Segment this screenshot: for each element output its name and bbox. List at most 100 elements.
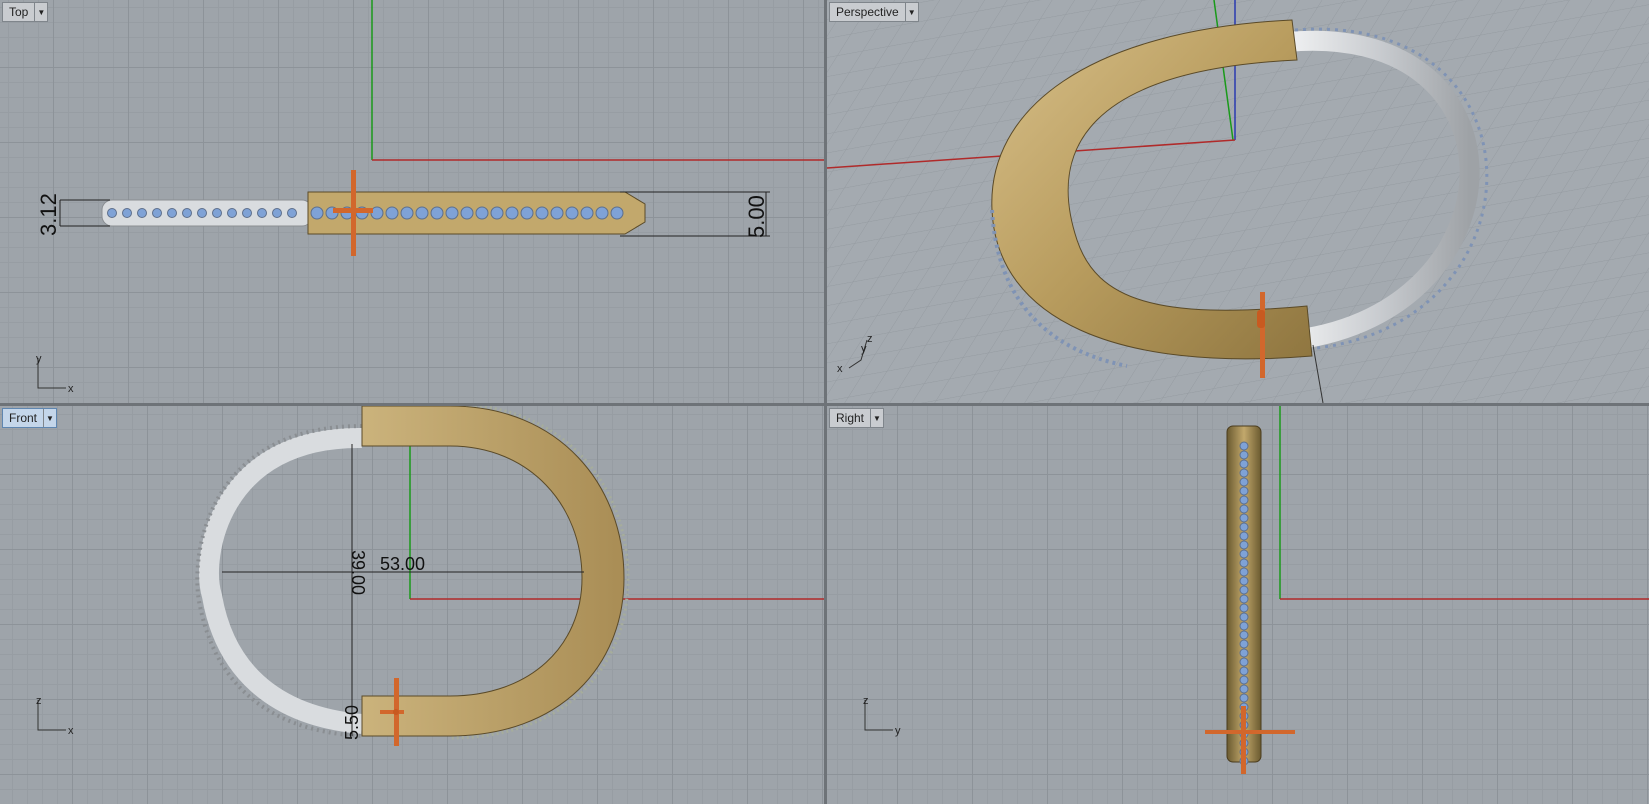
gem: [400, 206, 414, 220]
silver-shank: [199, 427, 363, 734]
gem: [272, 208, 282, 218]
axis-widget: [864, 700, 893, 731]
gem: [1239, 477, 1249, 487]
gem: [475, 206, 489, 220]
gem: [227, 208, 237, 218]
axis-label-z: z: [863, 695, 869, 707]
gem: [1239, 522, 1249, 532]
gem: [287, 208, 297, 218]
gem: [1239, 567, 1249, 577]
gem: [1239, 495, 1249, 505]
gem: [415, 206, 429, 220]
gem: [520, 206, 534, 220]
gem: [430, 206, 444, 220]
center-marker-horizontal: [1205, 730, 1295, 734]
viewport-tab-front[interactable]: Front ▼: [2, 408, 58, 428]
gem: [385, 206, 399, 220]
gem: [1239, 693, 1249, 703]
gem: [1239, 558, 1249, 568]
viewport-perspective[interactable]: x y z Perspective ▼: [827, 0, 1649, 403]
viewport-tab-perspective[interactable]: Perspective ▼: [829, 2, 919, 22]
center-marker: [1260, 292, 1265, 378]
gem: [1239, 513, 1249, 523]
gem: [460, 206, 474, 220]
gem: [182, 208, 192, 218]
gem: [1239, 468, 1249, 478]
axis-widget: [37, 358, 66, 389]
gem: [167, 208, 177, 218]
gem: [445, 206, 459, 220]
dropdown-arrow-icon[interactable]: ▼: [904, 3, 918, 21]
axis-label-z: z: [867, 333, 873, 345]
gem: [1239, 657, 1249, 667]
dropdown-arrow-icon[interactable]: ▼: [43, 409, 56, 427]
gem: [595, 206, 609, 220]
viewport-front[interactable]: 39.00 53.00 5.50 z x Front ▼: [0, 406, 824, 804]
front-view-canvas: 39.00 53.00 5.50 z x: [36, 406, 824, 746]
gem: [1239, 666, 1249, 676]
gem: [1239, 639, 1249, 649]
axis-label-z: z: [36, 695, 42, 707]
gem: [242, 208, 252, 218]
perspective-view-canvas: x y z: [827, 0, 1649, 403]
gem: [580, 206, 594, 220]
gem: [1239, 504, 1249, 514]
dropdown-arrow-icon[interactable]: ▼: [34, 3, 47, 21]
right-view-canvas: z y: [863, 406, 1649, 774]
gem: [1239, 540, 1249, 550]
gem: [1239, 675, 1249, 685]
gem: [550, 206, 564, 220]
gem: [197, 208, 207, 218]
gem: [1239, 441, 1249, 451]
viewport-label-right: Right: [836, 411, 865, 425]
gem: [107, 208, 117, 218]
gem: [505, 206, 519, 220]
dim-text-5.50[interactable]: 5.50: [342, 705, 362, 740]
dropdown-arrow-icon[interactable]: ▼: [870, 409, 883, 427]
viewport-right[interactable]: z y Right ▼: [827, 406, 1649, 804]
gem: [152, 208, 162, 218]
gem: [1239, 684, 1249, 694]
center-marker-head: [1257, 310, 1265, 328]
top-view-canvas: 3.12 5.00 y x: [36, 0, 824, 395]
gem: [1239, 459, 1249, 469]
axis-label-x: x: [68, 725, 74, 737]
gem: [137, 208, 147, 218]
gem: [1239, 576, 1249, 586]
viewport-label-perspective: Perspective: [836, 5, 899, 19]
center-marker-vertical: [1241, 706, 1246, 774]
viewport-label-top: Top: [9, 5, 29, 19]
axis-label-y: y: [895, 725, 901, 737]
axis-label-y: y: [36, 353, 42, 365]
axis-widget: [37, 700, 66, 731]
axis-label-x: x: [68, 383, 74, 395]
gem: [122, 208, 132, 218]
viewport-tab-right[interactable]: Right ▼: [829, 408, 885, 428]
gem: [1239, 648, 1249, 658]
gem: [1239, 585, 1249, 595]
gem: [257, 208, 267, 218]
gem: [535, 206, 549, 220]
gem: [1239, 486, 1249, 496]
viewport-tab-top[interactable]: Top ▼: [2, 2, 49, 22]
gem: [1239, 603, 1249, 613]
dim-text-3.12[interactable]: 3.12: [36, 193, 61, 236]
gem: [1239, 630, 1249, 640]
gem: [1239, 549, 1249, 559]
center-marker-horizontal: [333, 208, 373, 213]
dim-text-53.00[interactable]: 53.00: [380, 554, 425, 574]
gem: [1239, 612, 1249, 622]
dim-text-5.00[interactable]: 5.00: [744, 195, 769, 238]
gem: [610, 206, 624, 220]
gem: [1239, 594, 1249, 604]
gem: [1239, 531, 1249, 541]
viewport-label-front: Front: [9, 411, 38, 425]
viewport-top[interactable]: 3.12 5.00 y x Top ▼: [0, 0, 824, 403]
gem: [212, 208, 222, 218]
gem: [490, 206, 504, 220]
center-marker-horizontal: [380, 710, 404, 714]
gem: [1239, 450, 1249, 460]
axis-label-x: x: [837, 363, 843, 375]
dim-text-39.00[interactable]: 39.00: [348, 550, 368, 595]
center-marker-dot: [393, 709, 399, 715]
